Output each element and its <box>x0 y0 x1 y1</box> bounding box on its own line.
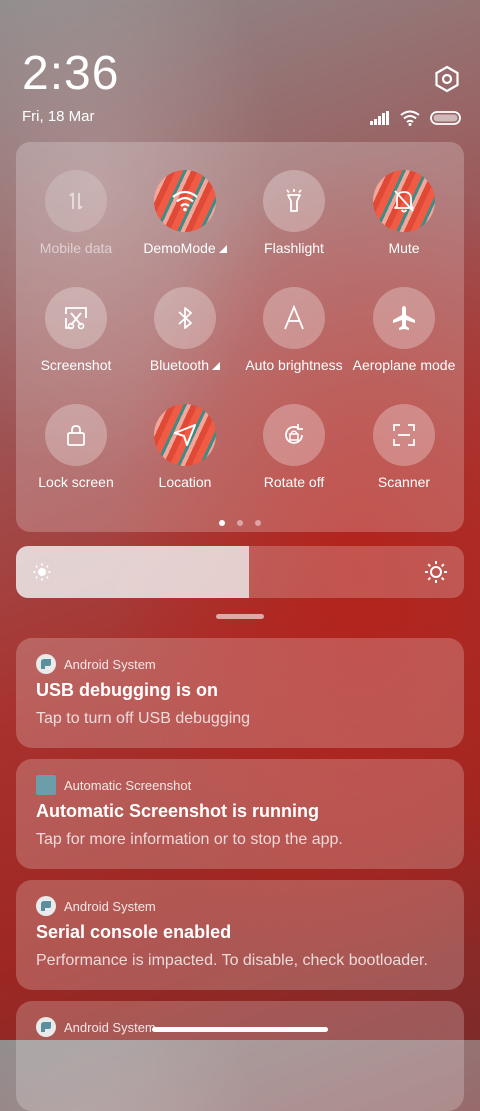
notification-app-name: Android System <box>64 898 156 914</box>
android-system-icon <box>36 654 56 674</box>
status-icons <box>370 110 462 126</box>
tile-label: Bluetooth <box>149 357 210 373</box>
settings-button[interactable] <box>432 64 462 94</box>
notification-app-name: Android System <box>64 1019 156 1035</box>
tile-scanner-button[interactable] <box>373 404 435 466</box>
page-dot <box>237 520 243 526</box>
tile-label: Rotate off <box>263 474 325 490</box>
page-dot-active <box>219 520 225 526</box>
expand-triangle-icon <box>218 245 227 254</box>
screenshot-icon <box>65 307 87 330</box>
tile-auto-brightness-button[interactable] <box>263 287 325 349</box>
notification-title: Serial console enabled <box>36 922 232 942</box>
mobile-data-icon <box>69 192 83 210</box>
tile-auto-brightness[interactable]: Auto brightness <box>239 287 349 373</box>
tile-label: Location <box>158 474 212 490</box>
tile-label: Mobile data <box>39 240 113 256</box>
date-label: Fri, 18 Mar <box>22 108 95 125</box>
notification-body: Tap to turn off USB debugging <box>36 710 251 727</box>
notification-app-name: Automatic Screenshot <box>64 777 192 793</box>
android-system-icon <box>36 896 56 916</box>
drawer-handle[interactable] <box>216 614 264 619</box>
tile-demomode[interactable]: DemoMode <box>130 170 240 256</box>
notification-app-row: Android System <box>36 896 156 916</box>
tile-label: DemoMode <box>143 240 216 256</box>
android-system-icon <box>36 1017 56 1037</box>
tile-scanner[interactable]: Scanner <box>349 404 459 490</box>
tile-label-row: Bluetooth <box>130 357 240 373</box>
tile-screenshot[interactable]: Screenshot <box>21 287 131 373</box>
tile-mute[interactable]: Mute <box>349 170 459 256</box>
tile-screenshot-button[interactable] <box>45 287 107 349</box>
notification-app-row: Android System <box>36 654 156 674</box>
notification-app-row: Android System <box>36 1017 156 1037</box>
tile-location-button[interactable] <box>154 404 216 466</box>
notification-title: USB debugging is on <box>36 680 218 700</box>
tile-bluetooth-button[interactable] <box>154 287 216 349</box>
flashlight-icon <box>286 189 302 212</box>
rotate-lock-icon <box>285 424 303 444</box>
home-gesture-bar[interactable] <box>152 1027 328 1032</box>
brightness-slider[interactable] <box>16 546 464 598</box>
auto-brightness-icon <box>284 305 304 330</box>
tile-flashlight-button[interactable] <box>263 170 325 232</box>
tile-mute-button[interactable] <box>373 170 435 232</box>
tile-label: Screenshot <box>40 357 112 373</box>
notification-body: Tap for more information or to stop the … <box>36 831 343 848</box>
notification-app-row: Automatic Screenshot <box>36 775 191 795</box>
notification-body: Performance is impacted. To disable, che… <box>36 952 428 969</box>
tile-label: Scanner <box>377 474 431 490</box>
tile-mobile-data-button[interactable] <box>45 170 107 232</box>
brightness-low-icon <box>33 563 51 581</box>
wifi-icon <box>172 190 198 212</box>
tile-rotate-off-button[interactable] <box>263 404 325 466</box>
page-indicator <box>16 520 464 526</box>
tile-label: Aeroplane mode <box>352 357 456 373</box>
page-dot <box>255 520 261 526</box>
tile-rotate-off[interactable]: Rotate off <box>239 404 349 490</box>
expand-triangle-icon <box>212 362 221 371</box>
signal-icon <box>370 111 389 125</box>
tile-lock-screen[interactable]: Lock screen <box>21 404 131 490</box>
automatic-screenshot-app-icon <box>36 775 56 795</box>
tile-bluetooth[interactable]: Bluetooth <box>130 287 240 373</box>
notification-app-name: Android System <box>64 656 156 672</box>
bluetooth-icon <box>178 307 192 329</box>
tile-flashlight[interactable]: Flashlight <box>239 170 349 256</box>
wifi-status-icon <box>400 110 420 126</box>
battery-icon <box>430 111 461 125</box>
bell-off-icon <box>394 190 414 213</box>
tile-mobile-data[interactable]: Mobile data <box>21 170 131 256</box>
tile-aeroplane-mode[interactable]: Aeroplane mode <box>349 287 459 373</box>
tile-label: Flashlight <box>264 240 324 256</box>
location-icon <box>174 424 196 446</box>
tile-label: Auto brightness <box>245 357 343 373</box>
tile-aeroplane-button[interactable] <box>373 287 435 349</box>
tile-label: Mute <box>388 240 420 256</box>
notification-title: Automatic Screenshot is running <box>36 801 320 821</box>
notification-usb-debugging[interactable]: Android System USB debugging is on Tap t… <box>16 638 464 748</box>
tile-label-row: DemoMode <box>130 240 240 256</box>
tile-demomode-button[interactable] <box>154 170 216 232</box>
tile-location[interactable]: Location <box>130 404 240 490</box>
scanner-icon <box>393 424 415 446</box>
notification-serial-console[interactable]: Android System Serial console enabled Pe… <box>16 880 464 990</box>
notification-android-system[interactable]: Android System <box>16 1001 464 1111</box>
brightness-high-icon <box>425 561 447 583</box>
settings-hexagon-icon <box>435 65 459 93</box>
notification-automatic-screenshot[interactable]: Automatic Screenshot Automatic Screensho… <box>16 759 464 869</box>
quick-settings-panel: Mobile data DemoMode Flashlight Mute Scr… <box>16 142 464 532</box>
tile-lock-screen-button[interactable] <box>45 404 107 466</box>
clock-time: 2:36 <box>22 47 120 100</box>
tile-label: Lock screen <box>38 474 114 490</box>
airplane-icon <box>393 306 415 330</box>
lock-icon <box>67 425 85 446</box>
